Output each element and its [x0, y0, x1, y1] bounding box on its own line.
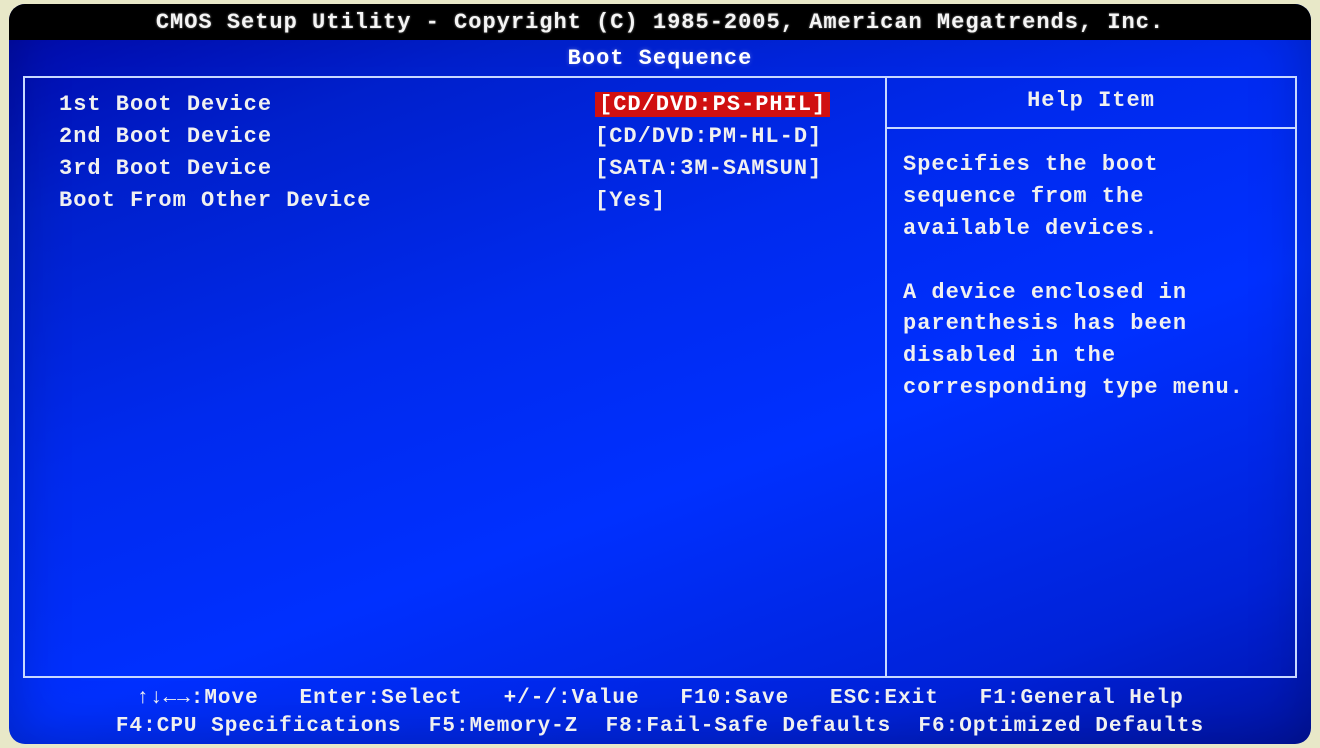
- bios-screen: CMOS Setup Utility - Copyright (C) 1985-…: [9, 4, 1311, 744]
- boot-device-1[interactable]: 1st Boot Device [CD/DVD:PS-PHIL]: [59, 88, 875, 120]
- boot-device-1-value: [CD/DVD:PS-PHIL]: [595, 92, 830, 117]
- key-legend: ↑↓←→:Move Enter:Select +/-/:Value F10:Sa…: [9, 685, 1311, 740]
- boot-device-3-label: 3rd Boot Device: [59, 156, 595, 181]
- title-text: CMOS Setup Utility - Copyright (C) 1985-…: [156, 10, 1164, 35]
- title-bar: CMOS Setup Utility - Copyright (C) 1985-…: [9, 4, 1311, 40]
- help-body: Specifies the boot sequence from the ava…: [887, 129, 1295, 420]
- help-title: Help Item: [887, 78, 1295, 129]
- page-subtitle: Boot Sequence: [9, 40, 1311, 79]
- boot-device-2-value: [CD/DVD:PM-HL-D]: [595, 124, 822, 149]
- boot-from-other-value: [Yes]: [595, 188, 666, 213]
- key-legend-line-1: ↑↓←→:Move Enter:Select +/-/:Value F10:Sa…: [9, 685, 1311, 712]
- boot-device-2[interactable]: 2nd Boot Device [CD/DVD:PM-HL-D]: [59, 120, 875, 152]
- help-pane: Help Item Specifies the boot sequence fr…: [887, 78, 1295, 676]
- boot-device-2-label: 2nd Boot Device: [59, 124, 595, 149]
- key-legend-line-2: F4:CPU Specifications F5:Memory-Z F8:Fai…: [9, 713, 1311, 740]
- boot-device-1-label: 1st Boot Device: [59, 92, 595, 117]
- boot-from-other-label: Boot From Other Device: [59, 188, 595, 213]
- boot-device-3-value: [SATA:3M-SAMSUN]: [595, 156, 822, 181]
- boot-from-other[interactable]: Boot From Other Device [Yes]: [59, 184, 875, 216]
- boot-device-3[interactable]: 3rd Boot Device [SATA:3M-SAMSUN]: [59, 152, 875, 184]
- main-panel: 1st Boot Device [CD/DVD:PS-PHIL] 2nd Boo…: [23, 76, 1297, 678]
- settings-pane: 1st Boot Device [CD/DVD:PS-PHIL] 2nd Boo…: [25, 78, 887, 676]
